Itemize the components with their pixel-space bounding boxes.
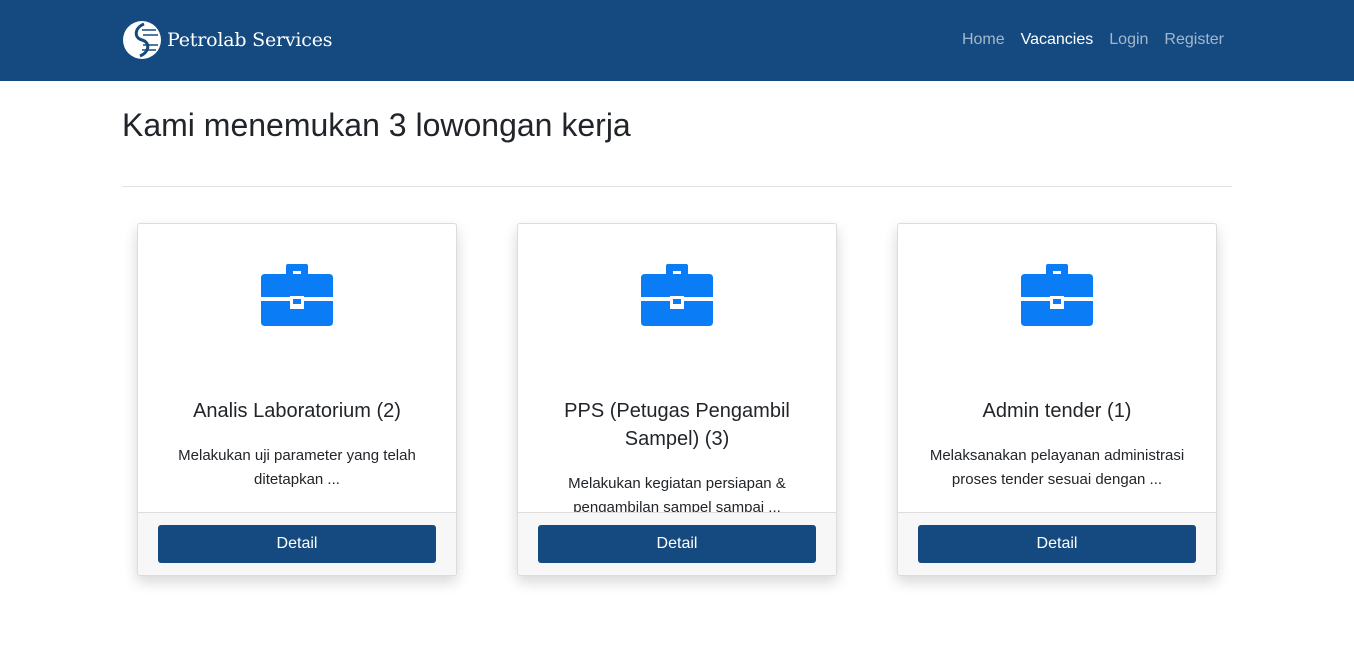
nav-register-link[interactable]: Register [1164,30,1224,50]
vacancy-card: PPS (Petugas Pengambil Sampel) (3) Melak… [517,223,837,576]
petrolab-logo-icon [123,21,161,59]
vacancy-description: Melaksanakan pelayanan administrasi pros… [929,447,1185,488]
vacancy-card: Analis Laboratorium (2) Melakukan uji pa… [137,223,457,576]
nav-home-link[interactable]: Home [962,30,1005,50]
vacancy-title: PPS (Petugas Pengambil Sampel) (3) [564,400,790,450]
nav-login-link[interactable]: Login [1109,30,1148,50]
brand-name: Petrolab Services [167,29,333,51]
detail-button[interactable]: Detail [918,525,1196,563]
page-title: Kami menemukan 3 lowongan kerja [122,107,631,143]
detail-button[interactable]: Detail [158,525,436,563]
divider [122,186,1232,187]
briefcase-icon [261,264,333,326]
brand-logo[interactable]: Petrolab Services [122,20,333,60]
vacancy-title: Admin tender (1) [982,400,1132,422]
card-footer: Detail [138,512,456,575]
card-footer: Detail [518,512,836,575]
vacancy-title: Analis Laboratorium (2) [193,400,401,422]
detail-button[interactable]: Detail [538,525,816,563]
main-nav: Home Vacancies Login Register [962,30,1224,50]
vacancy-description: Melakukan uji parameter yang telah ditet… [178,447,416,488]
nav-vacancies-link[interactable]: Vacancies [1021,30,1094,50]
briefcase-icon [1021,264,1093,326]
navbar: Petrolab Services Home Vacancies Login R… [0,0,1354,81]
vacancy-card: Admin tender (1) Melaksanakan pelayanan … [897,223,1217,576]
briefcase-icon [641,264,713,326]
card-footer: Detail [898,512,1216,575]
